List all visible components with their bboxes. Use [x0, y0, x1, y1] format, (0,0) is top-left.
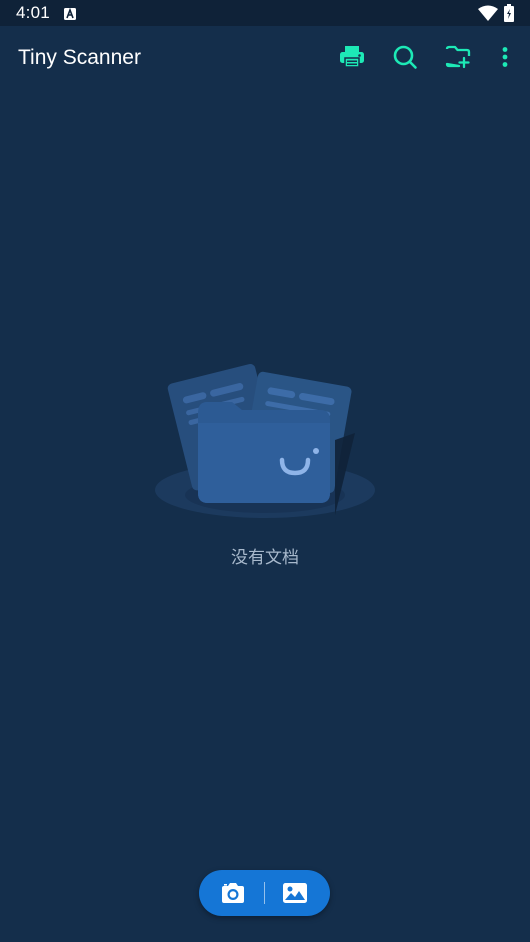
more-options-button[interactable] [491, 43, 519, 71]
empty-folder-illustration [150, 345, 380, 535]
print-button[interactable] [338, 43, 366, 71]
battery-icon [504, 4, 514, 27]
image-icon [283, 883, 307, 903]
new-folder-icon [445, 45, 471, 69]
a-notification-icon [64, 7, 76, 25]
camera-icon [222, 883, 244, 903]
search-icon [393, 45, 417, 69]
scan-fab [199, 870, 330, 916]
app-bar: Tiny Scanner [0, 26, 530, 88]
more-vert-icon [502, 47, 508, 67]
status-bar: 4:01 [0, 0, 530, 26]
camera-button[interactable] [217, 879, 249, 907]
status-time: 4:01 [16, 3, 50, 22]
empty-message: 没有文档 [231, 548, 299, 568]
wifi-icon [478, 5, 498, 26]
print-icon [340, 46, 364, 68]
fab-divider [264, 882, 265, 904]
search-button[interactable] [391, 43, 419, 71]
app-title: Tiny Scanner [18, 46, 141, 69]
gallery-button[interactable] [279, 879, 311, 907]
new-folder-button[interactable] [444, 43, 472, 71]
